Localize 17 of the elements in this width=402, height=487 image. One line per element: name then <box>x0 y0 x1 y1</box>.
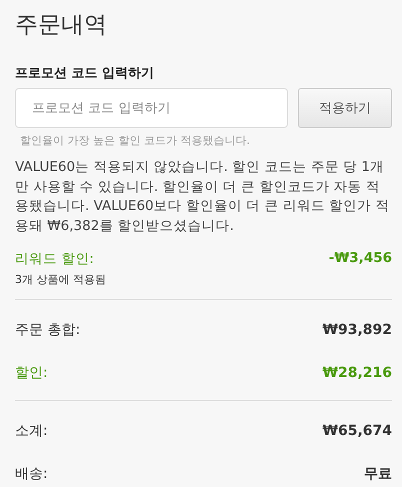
reward-amount: -₩3,456 <box>328 250 392 268</box>
summary-value: ₩65,674 <box>322 422 392 438</box>
reward-note: 3개 상품에 적용됨 <box>15 272 107 287</box>
reward-label: 리워드 할인: <box>15 250 94 268</box>
promo-message: VALUE60는 적용되지 않았습니다. 할인 코드는 주문 당 1개만 사용할 수 있습니다. 할인율이 더 큰 할인코드가 자동 적용됐습니다. VALUE60보다 할인율이 더 큰 리워드 할인가 적용돼 ₩6,382를 할인받으셨습니다. <box>15 158 390 236</box>
summary-label: 소계: <box>15 422 48 440</box>
summary-label: 배송: <box>15 464 48 482</box>
summary-label: 주문 총합: <box>15 320 80 338</box>
summary-value: 무료 <box>364 464 392 482</box>
promo-hint: 할인율이 가장 높은 할인 코드가 적용됐습니다. <box>19 133 251 148</box>
page-title: 주문내역 <box>15 11 108 40</box>
promo-code-field[interactable]: 프로모션 코드 입력하기 <box>15 88 288 128</box>
summary-label: 할인: <box>15 364 48 382</box>
promo-label: 프로모션 코드 입력하기 <box>15 65 156 82</box>
apply-button[interactable]: 적용하기 <box>298 88 392 128</box>
summary-value: ₩93,892 <box>322 322 392 338</box>
summary-value: ₩28,216 <box>322 364 392 380</box>
